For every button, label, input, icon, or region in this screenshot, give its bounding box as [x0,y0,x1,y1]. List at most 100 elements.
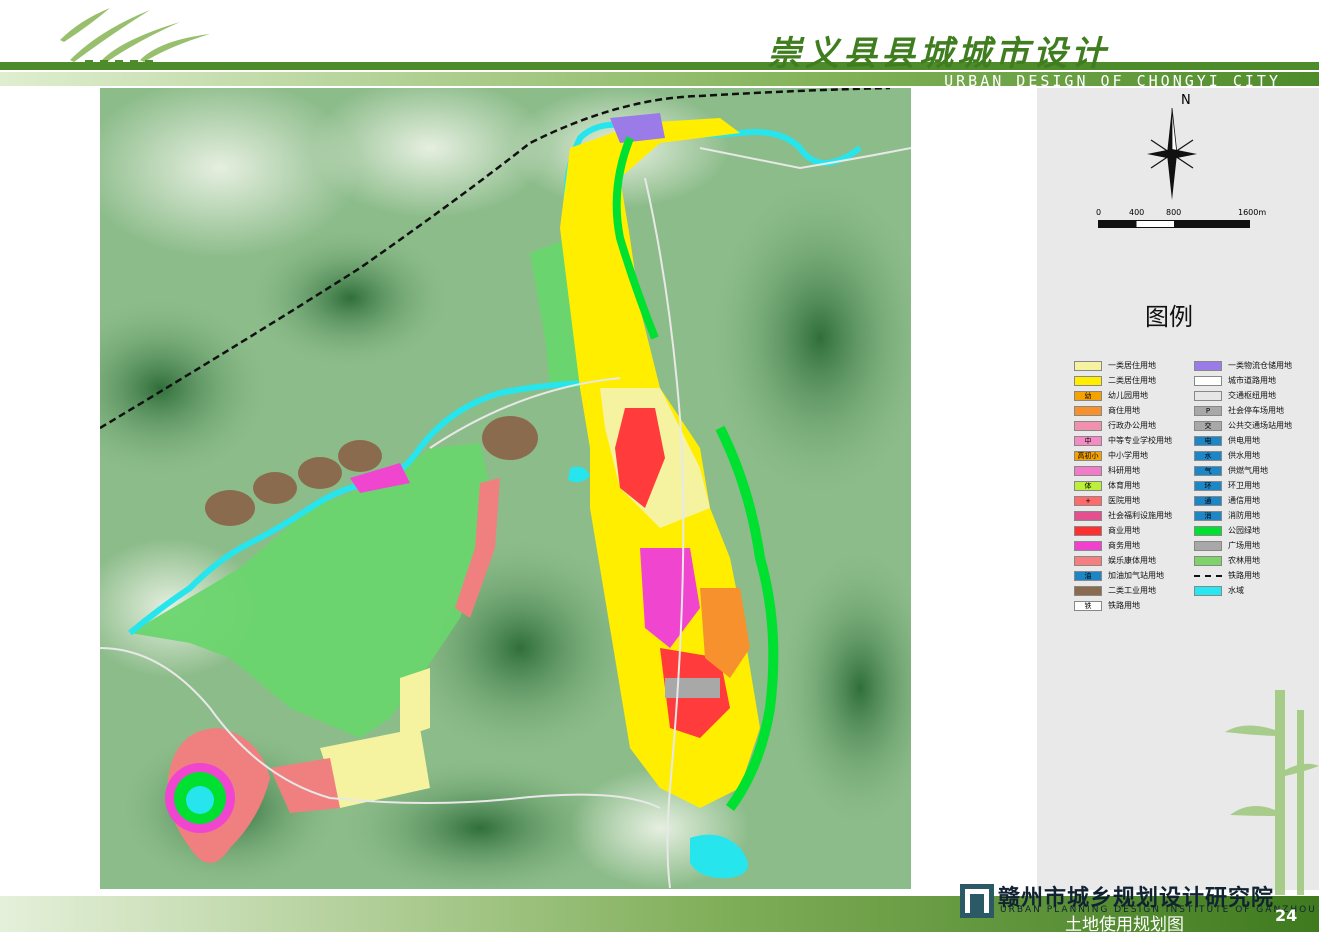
legend-item: 铁路用地 [1194,568,1292,583]
legend-swatch [1074,375,1102,386]
legend-item: 娱乐康体用地 [1074,553,1172,568]
legend-swatch [1194,390,1222,401]
legend-swatch: P [1194,405,1222,416]
legend-label: 科研用地 [1108,466,1140,475]
legend-label: 水域 [1228,586,1244,595]
legend-swatch [1194,375,1222,386]
legend-item: 水域 [1194,583,1292,598]
legend-right-column: 一类物流仓储用地 城市道路用地 交通枢纽用地 P 社会停车场用地交公共交通场站用地电供电… [1194,358,1292,598]
legend-swatch [1194,585,1222,596]
legend-label: 医院用地 [1108,496,1140,505]
legend-item: 广场用地 [1194,538,1292,553]
legend-label: 环卫用地 [1228,481,1260,490]
header-bar [0,62,1319,70]
legend-swatch [1074,465,1102,476]
land-use-map-canvas [100,88,911,889]
legend-label: 城市道路用地 [1228,376,1276,385]
legend-swatch: 电 [1194,435,1222,446]
legend-item: 油加油加气站用地 [1074,568,1172,583]
legend-swatch [1074,510,1102,521]
legend-item: 环环卫用地 [1194,478,1292,493]
legend-label: 行政办公用地 [1108,421,1156,430]
legend-item: 二类居住用地 [1074,373,1172,388]
scale-label-400: 400 [1129,208,1145,217]
legend-item: 通通信用地 [1194,493,1292,508]
page-number: 24 [1275,906,1298,925]
square-area [665,678,720,698]
legend-label: 商业用地 [1108,526,1140,535]
north-arrow-icon [1147,108,1197,200]
legend-item: 科研用地 [1074,463,1172,478]
institute-logo-icon [960,884,994,918]
legend-label: 供电用地 [1228,436,1260,445]
legend-item: 一类居住用地 [1074,358,1172,373]
legend-item: 商住用地 [1074,403,1172,418]
legend-swatch [1194,540,1222,551]
business-north [610,113,665,143]
legend-item: 农林用地 [1194,553,1292,568]
legend-label: 铁路用地 [1228,571,1260,580]
legend-swatch: 中 [1074,435,1102,446]
legend-item: 商务用地 [1074,538,1172,553]
scale-bar-graphic [1098,220,1250,228]
legend-item: 二类工业用地 [1074,583,1172,598]
legend-item: 消消防用地 [1194,508,1292,523]
legend-label: 一类物流仓储用地 [1228,361,1292,370]
land-use-map[interactable] [100,88,911,889]
legend-swatch [1194,360,1222,371]
legend-label: 中小学用地 [1108,451,1148,460]
legend-item: 高初小 中小学用地 [1074,448,1172,463]
north-label: N [1181,93,1191,108]
scale-label-800: 800 [1166,208,1182,217]
residential-southwest-2 [400,668,430,738]
lake [186,786,214,814]
legend-item: 公园绿地 [1194,523,1292,538]
scale-bar: 0 400 800 1600m [1096,208,1276,232]
legend-swatch [1074,405,1102,416]
legend-swatch: 铁 [1074,600,1102,611]
legend-item: 中中等专业学校用地 [1074,433,1172,448]
legend-swatch: 油 [1074,570,1102,581]
legend-label: 二类居住用地 [1108,376,1156,385]
legend-swatch [1074,420,1102,431]
legend-item: 社会福利设施用地 [1074,508,1172,523]
legend-label: 加油加气站用地 [1108,571,1164,580]
legend-item: 城市道路用地 [1194,373,1292,388]
legend-swatch [1074,585,1102,596]
legend-label: 交通枢纽用地 [1228,391,1276,400]
legend-label: 铁路用地 [1108,601,1140,610]
legend-label: 幼儿园用地 [1108,391,1148,400]
legend-label: 体育用地 [1108,481,1140,490]
legend-label: 农林用地 [1228,556,1260,565]
legend-item: 气供燃气用地 [1194,463,1292,478]
legend-swatch: 高初小 [1074,450,1102,461]
scale-label-1600: 1600m [1238,208,1267,217]
legend-label: 社会停车场用地 [1228,406,1284,415]
legend-label: 商务用地 [1108,541,1140,550]
legend-label: 中等专业学校用地 [1108,436,1172,445]
legend-item: 水供水用地 [1194,448,1292,463]
legend-item: 电供电用地 [1194,433,1292,448]
legend-label: 公园绿地 [1228,526,1260,535]
legend-item: + 医院用地 [1074,493,1172,508]
page-title: 崇义县县城城市设计 [767,34,1109,74]
legend-label: 供燃气用地 [1228,466,1268,475]
legend-item: 交公共交通场站用地 [1194,418,1292,433]
legend-label: 一类居住用地 [1108,361,1156,370]
legend-left-column: 一类居住用地 二类居住用地幼幼儿园用地 商住用地 行政办公用地中中等专业学校用地 高初小… [1074,358,1172,613]
legend-label: 二类工业用地 [1108,586,1156,595]
legend-item: 体体育用地 [1074,478,1172,493]
legend-swatch: 环 [1194,480,1222,491]
legend-swatch [1194,555,1222,566]
legend-label: 社会福利设施用地 [1108,511,1172,520]
legend-item: 行政办公用地 [1074,418,1172,433]
legend-item: 交通枢纽用地 [1194,388,1292,403]
legend-swatch [1074,555,1102,566]
scale-label-0: 0 [1096,208,1102,217]
legend-swatch: 水 [1194,450,1222,461]
legend-label: 消防用地 [1228,511,1260,520]
legend-label: 供水用地 [1228,451,1260,460]
drawing-title: 土地使用规划图 [1065,915,1184,935]
bamboo-right-decoration-icon [1225,690,1319,895]
legend-item: 一类物流仓储用地 [1194,358,1292,373]
